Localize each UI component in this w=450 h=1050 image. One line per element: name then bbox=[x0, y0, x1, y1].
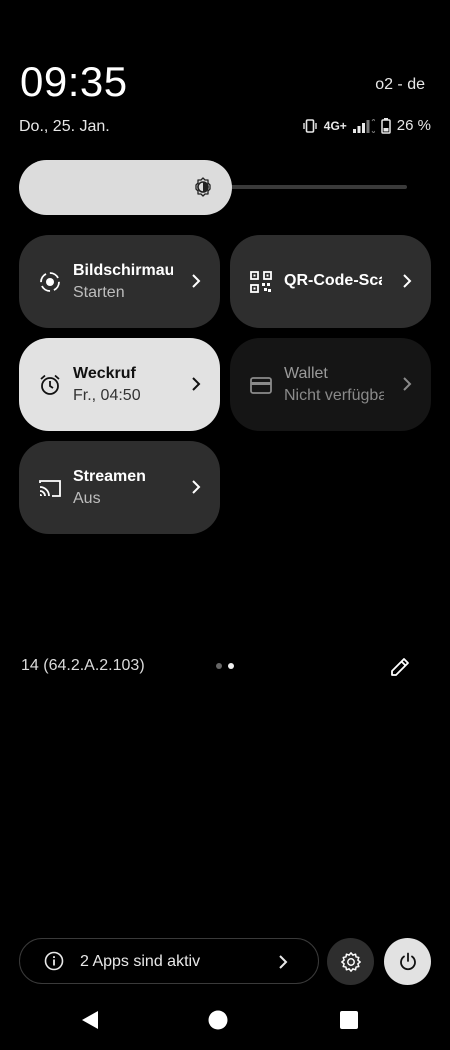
qr-code-icon bbox=[250, 271, 272, 293]
status-icons: 4G+ 26 % bbox=[302, 117, 431, 134]
chevron-right-icon bbox=[192, 274, 201, 288]
tile-cast[interactable]: Streamen Aus bbox=[19, 441, 220, 534]
edit-icon[interactable] bbox=[389, 656, 411, 678]
alarm-icon bbox=[40, 374, 60, 395]
cast-icon bbox=[39, 480, 61, 497]
clock-time[interactable]: 09:35 bbox=[20, 58, 128, 106]
battery-icon bbox=[381, 117, 391, 134]
tile-title: Wallet bbox=[284, 365, 328, 382]
date-label[interactable]: Do., 25. Jan. bbox=[19, 118, 110, 136]
active-apps-label: 2 Apps sind aktiv bbox=[80, 953, 201, 970]
info-icon bbox=[44, 951, 64, 971]
tile-title: Weckruf bbox=[73, 365, 136, 382]
chevron-right-icon bbox=[192, 377, 201, 391]
active-apps-button[interactable]: 2 Apps sind aktiv bbox=[19, 938, 319, 984]
tile-qr-scanner[interactable]: QR-Code-Scanner bbox=[230, 235, 431, 328]
wallet-icon bbox=[250, 377, 272, 394]
tile-title: QR-Code-Scanner bbox=[284, 272, 382, 289]
tile-subtitle: Fr., 04:50 bbox=[73, 387, 141, 404]
tile-title: Streamen bbox=[73, 468, 146, 485]
tile-alarm[interactable]: Weckruf Fr., 04:50 bbox=[19, 338, 220, 431]
tile-screen-record[interactable]: Bildschirmaufnahme Starten bbox=[19, 235, 220, 328]
build-number[interactable]: 14 (64.2.A.2.103) bbox=[21, 657, 145, 675]
brightness-icon bbox=[195, 177, 211, 197]
settings-button[interactable] bbox=[327, 938, 374, 985]
battery-percent: 26 % bbox=[396, 117, 431, 134]
recent-apps-icon[interactable] bbox=[339, 1010, 359, 1030]
signal-icon bbox=[352, 118, 375, 133]
back-icon[interactable] bbox=[80, 1010, 100, 1030]
tile-subtitle: Starten bbox=[73, 284, 125, 301]
chevron-right-icon bbox=[403, 274, 412, 288]
screen-record-icon bbox=[40, 272, 60, 292]
carrier-name: o2 - de bbox=[375, 76, 425, 93]
tile-title: Bildschirmaufnahme bbox=[73, 262, 173, 279]
tile-subtitle: Aus bbox=[73, 490, 101, 507]
page-dot-active bbox=[228, 663, 234, 669]
network-type: 4G+ bbox=[323, 118, 347, 133]
page-dot bbox=[216, 663, 222, 669]
tile-wallet[interactable]: Wallet Nicht verfügbar bbox=[230, 338, 431, 431]
power-button[interactable] bbox=[384, 938, 431, 985]
page-indicator bbox=[216, 663, 234, 669]
home-icon[interactable] bbox=[208, 1010, 228, 1030]
vibrate-icon bbox=[303, 118, 317, 133]
chevron-right-icon bbox=[192, 480, 201, 494]
chevron-right-icon bbox=[279, 955, 288, 969]
gear-icon bbox=[340, 951, 361, 972]
chevron-right-icon bbox=[403, 377, 412, 391]
power-icon bbox=[399, 952, 416, 970]
tile-subtitle: Nicht verfügbar bbox=[284, 387, 384, 404]
